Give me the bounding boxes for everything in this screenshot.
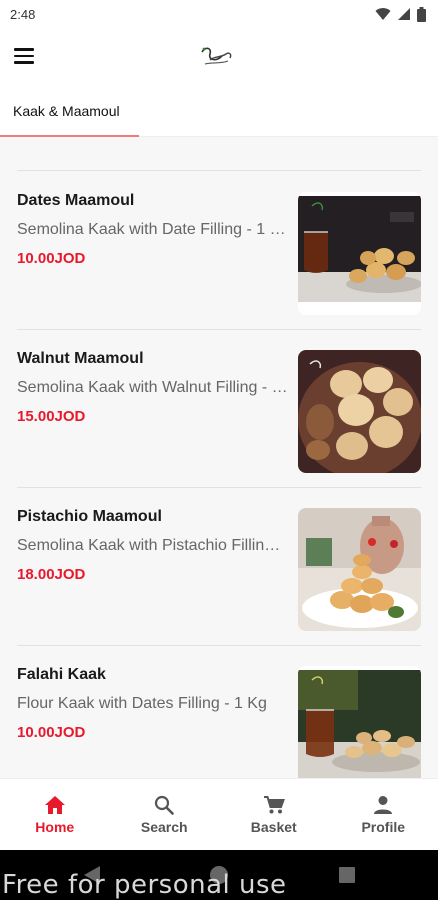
product-item-dates-maamoul[interactable]: Dates Maamoul Semolina Kaak with Date Fi…	[0, 172, 438, 330]
brand-logo	[201, 47, 232, 65]
product-image[interactable]	[298, 350, 421, 473]
tab-label: Kaak & Maamoul	[13, 102, 120, 119]
product-image[interactable]	[298, 192, 421, 315]
nav-home[interactable]: Home	[0, 779, 110, 850]
status-time: 2:48	[10, 6, 36, 22]
recents-icon[interactable]	[338, 866, 356, 884]
product-description: Semolina Kaak with Date Filling - 1 Kg	[17, 221, 289, 238]
watermark-text: Free for personal use	[2, 870, 287, 900]
product-name: Pistachio Maamoul	[17, 508, 162, 525]
home-icon	[44, 795, 65, 814]
cart-icon	[263, 795, 285, 813]
signal-icon	[398, 8, 410, 20]
tab-kaak-maamoul[interactable]: Kaak & Maamoul	[0, 84, 140, 138]
product-list[interactable]: Dates Maamoul Semolina Kaak with Date Fi…	[0, 137, 438, 778]
nav-profile[interactable]: Profile	[329, 779, 438, 850]
menu-button[interactable]	[14, 44, 38, 68]
product-description: Semolina Kaak with Pistachio Filling - 1…	[17, 537, 289, 554]
status-icons	[375, 6, 426, 22]
product-item-falahi-kaak[interactable]: Falahi Kaak Flour Kaak with Dates Fillin…	[0, 646, 438, 778]
status-bar: 2:48	[0, 0, 438, 28]
bottom-nav: Home Search Basket Profile	[0, 778, 438, 850]
category-tab-bar: Kaak & Maamoul	[0, 84, 438, 138]
app-bar	[0, 28, 438, 84]
product-item-pistachio-maamoul[interactable]: Pistachio Maamoul Semolina Kaak with Pis…	[0, 488, 438, 646]
nav-label: Profile	[361, 818, 406, 835]
product-item-walnut-maamoul[interactable]: Walnut Maamoul Semolina Kaak with Walnut…	[0, 330, 438, 488]
person-icon	[374, 795, 393, 814]
nav-search[interactable]: Search	[110, 779, 220, 850]
search-icon	[155, 795, 175, 815]
product-image[interactable]	[298, 666, 421, 778]
menu-icon	[14, 48, 34, 51]
product-description: Flour Kaak with Dates Filling - 1 Kg	[17, 695, 267, 712]
battery-icon	[417, 6, 426, 22]
product-price: 10.00JOD	[17, 250, 86, 267]
product-price: 18.00JOD	[17, 566, 86, 583]
product-image[interactable]	[298, 508, 421, 631]
product-price: 15.00JOD	[17, 408, 86, 425]
wifi-icon	[375, 8, 391, 20]
product-description: Semolina Kaak with Walnut Filling - 1 Kg	[17, 379, 289, 396]
product-name: Walnut Maamoul	[17, 350, 144, 367]
product-price: 10.00JOD	[17, 724, 86, 741]
nav-label: Home	[35, 818, 75, 835]
nav-label: Search	[140, 818, 188, 835]
nav-label: Basket	[250, 818, 297, 835]
product-name: Dates Maamoul	[17, 192, 135, 209]
list-top-divider	[17, 170, 421, 171]
product-name: Falahi Kaak	[17, 666, 106, 683]
nav-basket[interactable]: Basket	[219, 779, 329, 850]
